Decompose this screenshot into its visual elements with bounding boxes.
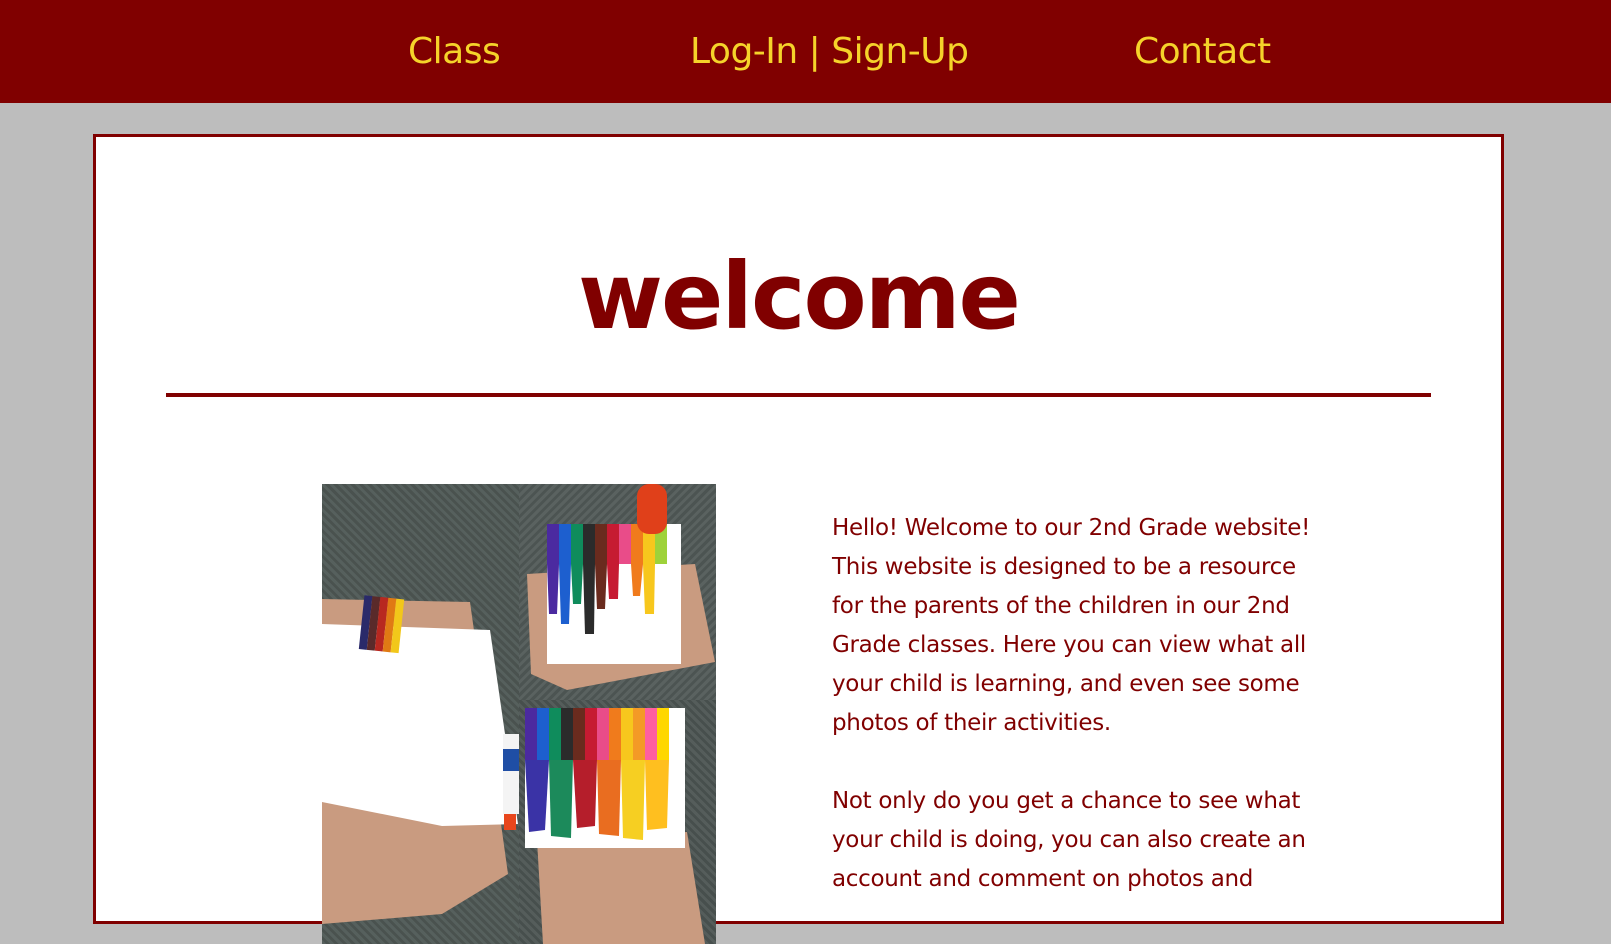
crayon-board-photo [322, 484, 519, 944]
melting-crayons-image-1 [527, 484, 715, 690]
nav-link-class[interactable]: Class [408, 26, 501, 78]
nav-link-login-signup[interactable]: Log-In | Sign-Up [690, 26, 969, 78]
intro-paragraph-2: Not only do you get a chance to see what… [832, 788, 1306, 892]
melting-crayons-image-2 [525, 708, 705, 944]
crayon-board-image [322, 595, 519, 924]
content-card: welcome Hello! Welcome to our 2nd Grade … [93, 134, 1504, 944]
top-navbar: Class Log-In | Sign-Up Contact [0, 0, 1611, 103]
page-title: welcome [578, 243, 1021, 350]
melting-crayons-photo-2 [519, 700, 716, 944]
nav-link-contact[interactable]: Contact [1134, 26, 1271, 78]
title-divider [166, 393, 1431, 397]
melting-crayons-photo-1 [519, 484, 716, 700]
intro-paragraph-1: Hello! Welcome to our 2nd Grade website!… [832, 515, 1311, 736]
intro-text: Hello! Welcome to our 2nd Grade website!… [832, 509, 1332, 938]
crayon-art-photo-collage [322, 484, 716, 944]
